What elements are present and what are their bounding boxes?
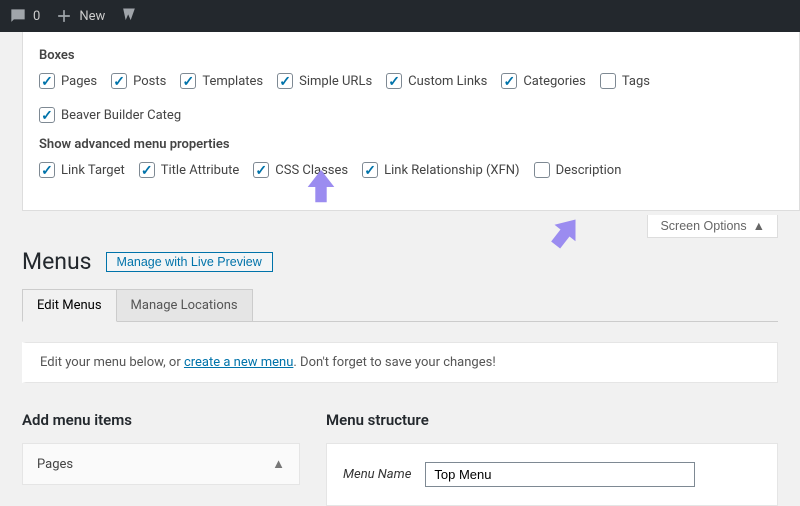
live-preview-button[interactable]: Manage with Live Preview: [106, 252, 273, 272]
caret-up-icon: ▲: [272, 456, 285, 472]
adv-checkbox-input[interactable]: [253, 162, 269, 178]
box-checkbox-label: Templates: [202, 74, 263, 89]
box-checkbox[interactable]: Beaver Builder Categ: [39, 107, 181, 123]
yoast-item[interactable]: [119, 6, 139, 26]
box-checkbox[interactable]: Simple URLs: [277, 73, 372, 89]
box-checkbox-input[interactable]: [277, 73, 293, 89]
box-checkbox-label: Categories: [523, 74, 586, 89]
yoast-icon: [119, 6, 139, 26]
tab-manage-locations[interactable]: Manage Locations: [117, 289, 253, 322]
adv-checkbox-input[interactable]: [139, 162, 155, 178]
tab-edit-menus[interactable]: Edit Menus: [22, 289, 117, 322]
adv-checkbox[interactable]: CSS Classes: [253, 162, 348, 178]
box-checkbox-input[interactable]: [501, 73, 517, 89]
box-checkbox-label: Posts: [133, 74, 166, 89]
box-checkbox-input[interactable]: [39, 107, 55, 123]
info-suffix: . Don't forget to save your changes!: [293, 355, 495, 370]
box-checkbox-label: Beaver Builder Categ: [61, 108, 181, 123]
info-notice: Edit your menu below, or create a new me…: [22, 342, 778, 383]
accordion-label: Pages: [37, 457, 73, 472]
admin-bar: 0 New: [0, 0, 800, 32]
new-label: New: [79, 9, 105, 24]
box-checkbox-label: Pages: [61, 74, 97, 89]
new-item[interactable]: New: [54, 6, 105, 26]
adv-checkbox-input[interactable]: [534, 162, 550, 178]
box-checkbox[interactable]: Pages: [39, 73, 97, 89]
box-checkbox-label: Simple URLs: [299, 74, 372, 89]
adv-checkbox-label: Link Relationship (XFN): [384, 163, 519, 178]
adv-checkbox-input[interactable]: [39, 162, 55, 178]
adv-checkbox[interactable]: Title Attribute: [139, 162, 240, 178]
boxes-heading: Boxes: [39, 48, 783, 63]
comments-item[interactable]: 0: [8, 6, 40, 26]
adv-checkbox-label: Title Attribute: [161, 163, 240, 178]
screen-options-toggle[interactable]: Screen Options ▲: [647, 215, 778, 238]
adv-checkbox[interactable]: Link Target: [39, 162, 125, 178]
menu-name-input[interactable]: [425, 462, 695, 487]
box-checkbox-label: Custom Links: [408, 74, 487, 89]
create-menu-link[interactable]: create a new menu: [184, 355, 293, 370]
boxes-row: Pages Posts Templates Simple URLs Custom Lin…: [39, 73, 783, 123]
box-checkbox-input[interactable]: [111, 73, 127, 89]
caret-up-icon: ▲: [753, 219, 765, 233]
tabs: Edit MenusManage Locations: [22, 289, 778, 322]
adv-checkbox[interactable]: Description: [534, 162, 622, 178]
comment-icon: [8, 6, 28, 26]
screen-options-panel: Boxes Pages Posts Templates Simple URLs Cust…: [22, 32, 800, 211]
adv-checkbox-input[interactable]: [362, 162, 378, 178]
box-checkbox-input[interactable]: [180, 73, 196, 89]
menu-name-label: Menu Name: [343, 467, 411, 482]
box-checkbox[interactable]: Custom Links: [386, 73, 487, 89]
box-checkbox-label: Tags: [622, 74, 650, 89]
box-checkbox[interactable]: Tags: [600, 73, 650, 89]
advanced-heading: Show advanced menu properties: [39, 137, 783, 152]
comments-count: 0: [33, 9, 40, 24]
menu-structure-heading: Menu structure: [326, 411, 778, 429]
plus-icon: [54, 6, 74, 26]
info-prefix: Edit your menu below, or: [40, 355, 184, 370]
adv-checkbox-label: CSS Classes: [275, 163, 348, 178]
screen-options-label: Screen Options: [660, 219, 746, 233]
box-checkbox-input[interactable]: [39, 73, 55, 89]
adv-checkbox-label: Description: [556, 163, 622, 178]
adv-checkbox[interactable]: Link Relationship (XFN): [362, 162, 519, 178]
box-checkbox[interactable]: Posts: [111, 73, 166, 89]
structure-box: Menu Name: [326, 443, 778, 506]
advanced-row: Link Target Title Attribute CSS Classes Lin…: [39, 162, 783, 178]
pages-accordion[interactable]: Pages ▲: [22, 443, 300, 485]
box-checkbox[interactable]: Templates: [180, 73, 263, 89]
box-checkbox-input[interactable]: [600, 73, 616, 89]
box-checkbox-input[interactable]: [386, 73, 402, 89]
box-checkbox[interactable]: Categories: [501, 73, 586, 89]
adv-checkbox-label: Link Target: [61, 163, 125, 178]
add-items-heading: Add menu items: [22, 411, 300, 429]
page-title: Menus: [22, 248, 92, 275]
